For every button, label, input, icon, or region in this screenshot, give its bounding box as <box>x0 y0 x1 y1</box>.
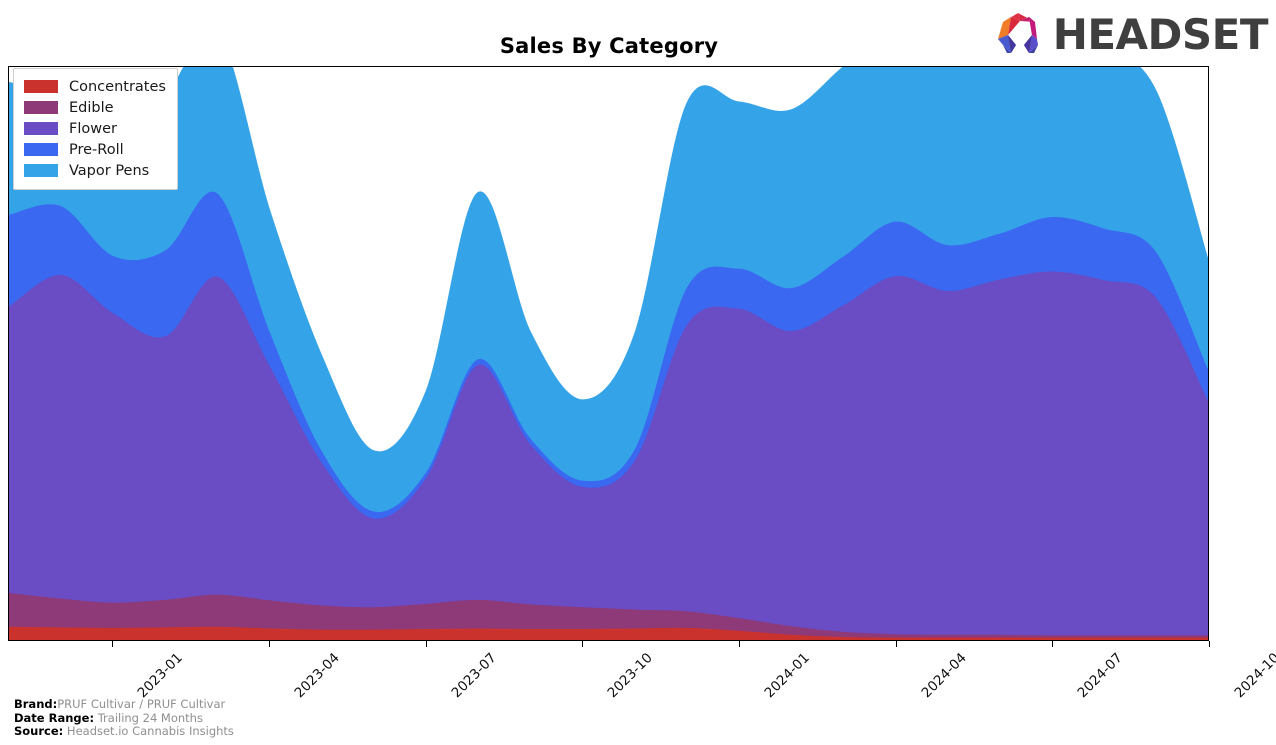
chart-legend: Concentrates Edible Flower Pre-Roll Vapor Pe… <box>13 68 178 190</box>
x-axis-label: 2024-01 <box>761 650 813 702</box>
x-axis-tick <box>895 641 897 647</box>
x-axis-tick <box>1209 641 1210 647</box>
footer-date-range: Date Range: Trailing 24 Months <box>14 710 234 726</box>
footer-source-key: Source: <box>14 724 64 738</box>
legend-item-label: Pre-Roll <box>69 141 124 158</box>
legend-swatch-icon <box>24 101 58 114</box>
x-axis-tick <box>1052 641 1054 647</box>
legend-item-label: Flower <box>69 120 117 137</box>
legend-swatch-icon <box>24 164 58 177</box>
legend-item-label: Concentrates <box>69 78 166 95</box>
footer-date-range-value: Trailing 24 Months <box>97 710 203 725</box>
stacked-area-chart <box>9 67 1208 640</box>
footer-brand-value: PRUF Cultivar / PRUF Cultivar <box>57 697 226 711</box>
footer-source: Source: Headset.io Cannabis Insights <box>14 724 234 739</box>
x-axis-label: 2024-07 <box>1074 650 1127 702</box>
footer-brand-key: Brand: <box>14 697 58 711</box>
legend-item[interactable]: Edible <box>24 97 166 118</box>
x-axis-label: 2023-10 <box>604 650 657 702</box>
headset-arc-logo-icon <box>994 9 1046 61</box>
legend-item[interactable]: Concentrates <box>24 76 166 97</box>
legend-item-label: Vapor Pens <box>69 162 150 179</box>
legend-swatch-icon <box>24 80 58 93</box>
footer-date-range-key: Date Range: <box>14 710 95 725</box>
legend-item[interactable]: Flower <box>24 118 166 139</box>
x-axis-label: 2023-04 <box>291 650 343 702</box>
legend-item[interactable]: Vapor Pens <box>24 160 166 181</box>
legend-swatch-icon <box>24 122 58 135</box>
chart-footer: Brand:PRUF Cultivar / PRUF Cultivar Date… <box>14 697 234 739</box>
x-axis-label: 2024-04 <box>918 650 970 702</box>
x-axis: 2023-01 2023-04 2023-07 2023-10 2024-01 2024-… <box>8 641 1276 702</box>
x-axis-tick <box>739 641 741 647</box>
legend-item-label: Edible <box>69 99 114 116</box>
x-axis-tick <box>425 641 427 647</box>
x-axis-tick <box>269 641 271 647</box>
x-axis-tick <box>582 641 584 647</box>
x-axis-label: 2023-07 <box>448 650 500 702</box>
x-axis-label: 2024-10 <box>1231 650 1276 702</box>
x-axis-tick <box>112 641 114 647</box>
headset-logo: HEADSET <box>994 9 1269 61</box>
legend-swatch-icon <box>24 143 58 156</box>
x-axis-label: 2023-01 <box>134 650 187 702</box>
footer-source-value: Headset.io Cannabis Insights <box>66 724 234 738</box>
chart-plot-area <box>8 66 1209 641</box>
logo-wordmark: HEADSET <box>1052 10 1269 59</box>
legend-item[interactable]: Pre-Roll <box>24 139 166 160</box>
footer-brand: Brand:PRUF Cultivar / PRUF Cultivar <box>14 697 234 712</box>
